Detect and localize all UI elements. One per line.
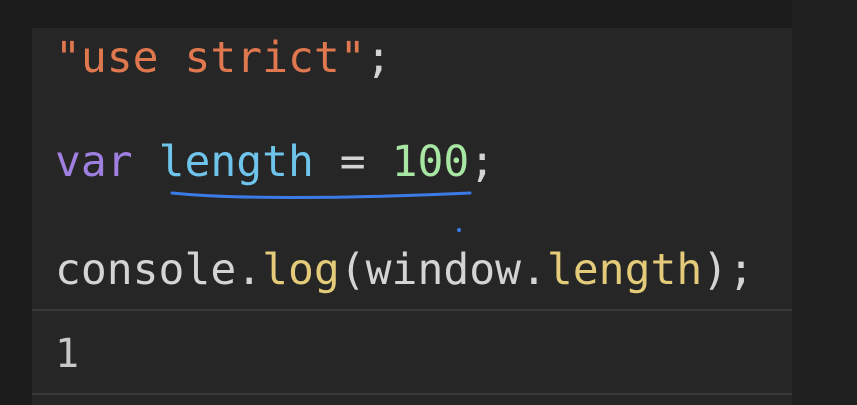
- arg-window: window: [365, 245, 522, 295]
- open-paren: (: [339, 245, 366, 295]
- screenshot-frame: "use strict"; var length = 100; console.…: [0, 0, 857, 405]
- code-line-3: console.log(window.length);: [55, 244, 754, 296]
- console-output: 1: [55, 331, 80, 377]
- property-length: length: [546, 245, 703, 295]
- dot: .: [236, 245, 263, 295]
- semicolon: ;: [728, 245, 755, 295]
- annotation-underline: [170, 191, 472, 232]
- annotation-dot: [457, 228, 461, 232]
- underline-stroke: [170, 191, 472, 199]
- dot: .: [521, 245, 547, 295]
- close-paren: ): [702, 245, 729, 295]
- output-divider-top: [32, 309, 792, 311]
- object-console: console: [55, 245, 237, 295]
- method-log: log: [262, 245, 340, 295]
- output-divider-bottom: [32, 393, 792, 395]
